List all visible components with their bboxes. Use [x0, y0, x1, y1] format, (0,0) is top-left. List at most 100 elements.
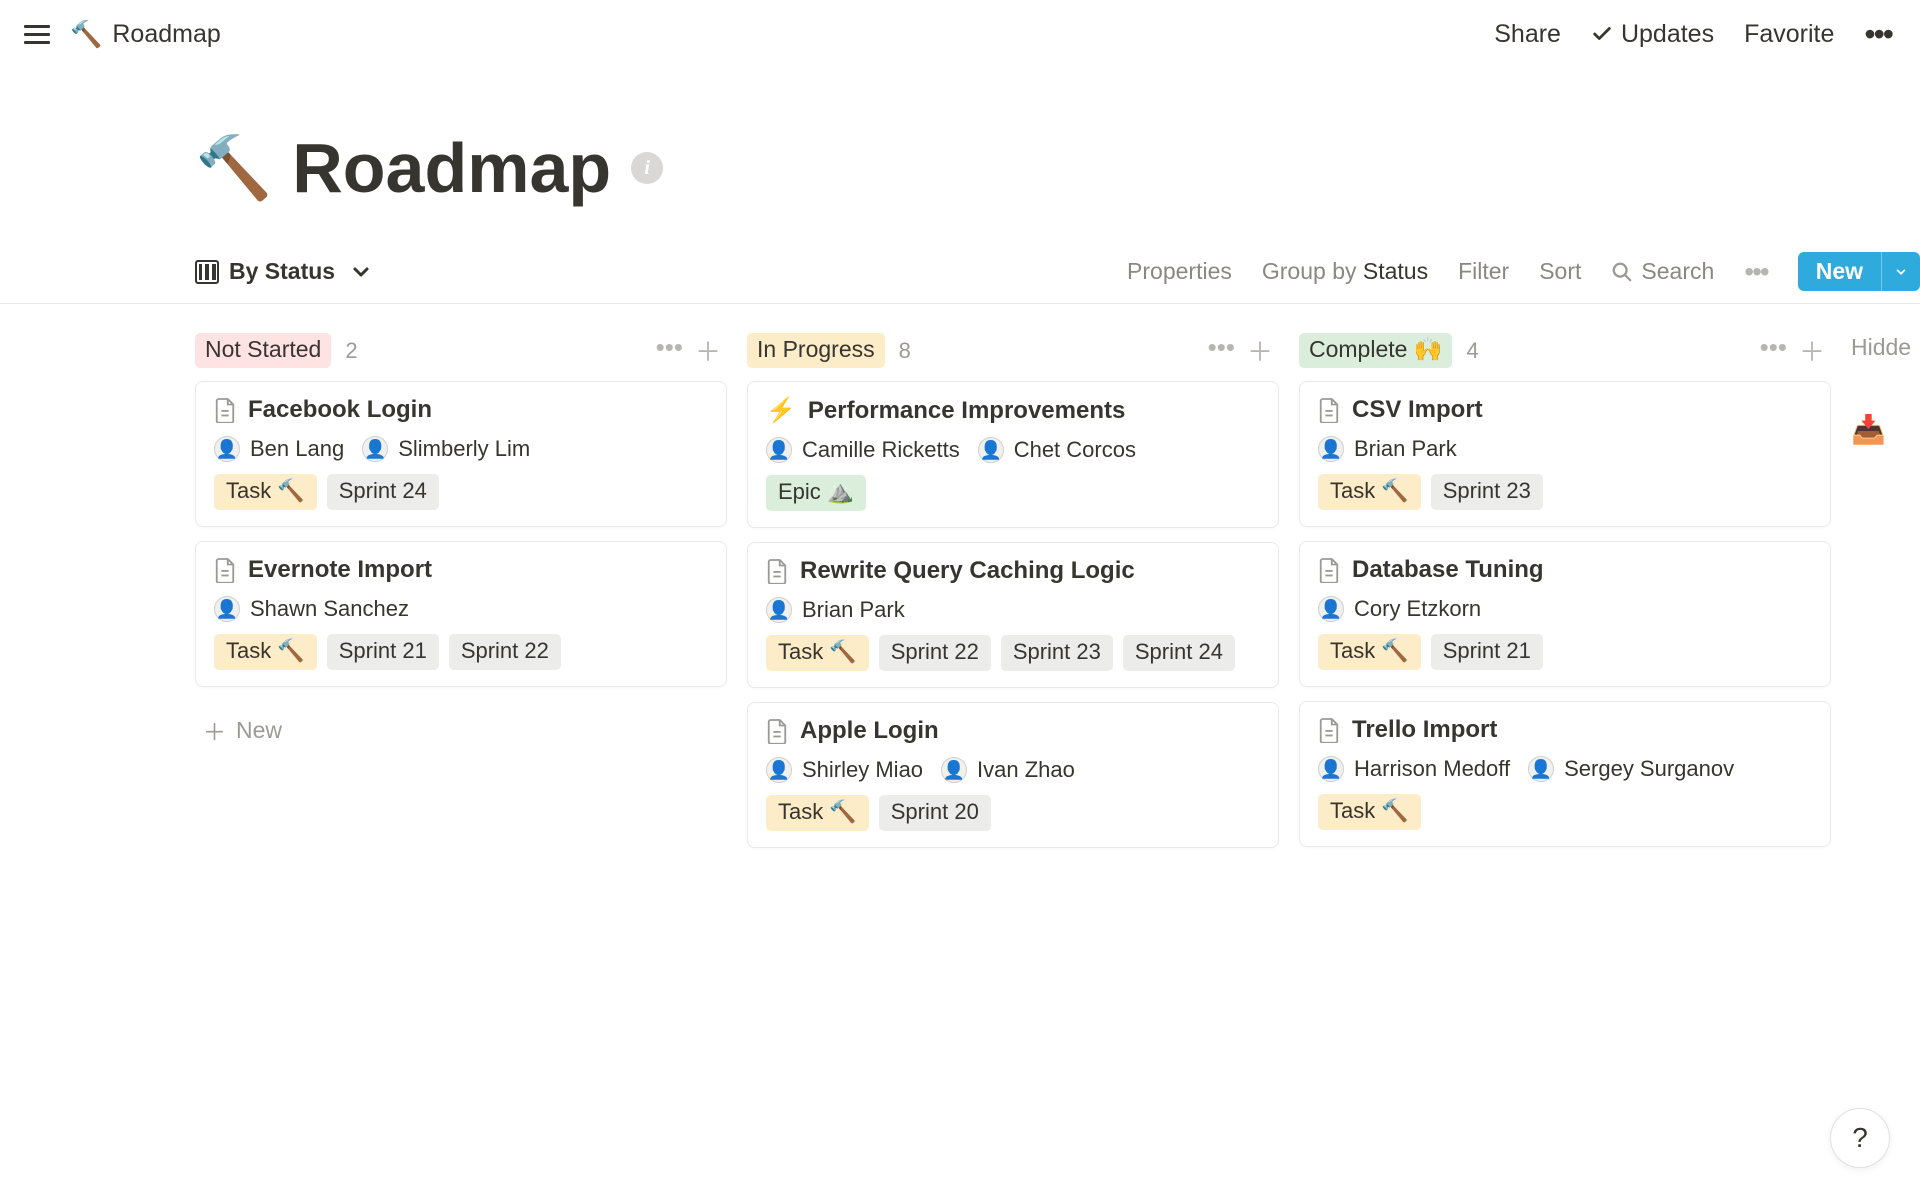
- tag-sprint: Sprint 22: [879, 635, 991, 671]
- card[interactable]: Facebook Login👤Ben Lang👤Slimberly LimTas…: [195, 381, 727, 527]
- assignee-name: Sergey Surganov: [1564, 756, 1734, 782]
- group-by-button[interactable]: Group by Status: [1262, 258, 1428, 285]
- assignee: 👤Shawn Sanchez: [214, 596, 409, 622]
- tag-sprint: Sprint 23: [1001, 635, 1113, 671]
- tag-task: Task 🔨: [214, 474, 317, 510]
- breadcrumb[interactable]: 🔨 Roadmap: [70, 19, 221, 50]
- card[interactable]: Trello Import 👤 Harrison Medoff 👤 Sergey Sur…: [1299, 701, 1831, 847]
- column-more-icon[interactable]: •••: [1760, 332, 1787, 369]
- tag-task: Task 🔨: [1318, 794, 1421, 830]
- share-button[interactable]: Share: [1494, 20, 1561, 49]
- card[interactable]: ⚡ Performance Improvements 👤 Camille Ricket…: [747, 381, 1279, 528]
- tag-sprint: Sprint 23: [1431, 474, 1543, 510]
- help-button[interactable]: ?: [1830, 1108, 1890, 1168]
- assignee-name: Ben Lang: [250, 436, 344, 462]
- toolbar-more-icon[interactable]: •••: [1744, 256, 1767, 288]
- card[interactable]: CSV Import👤Brian ParkTask 🔨Sprint 23: [1299, 381, 1831, 527]
- sort-button[interactable]: Sort: [1539, 258, 1581, 285]
- info-icon[interactable]: i: [631, 152, 663, 184]
- column-add-icon[interactable]: ＋: [695, 332, 721, 369]
- properties-button[interactable]: Properties: [1127, 258, 1232, 285]
- favorite-button[interactable]: Favorite: [1744, 20, 1834, 49]
- assignee-name: Harrison Medoff: [1354, 756, 1510, 782]
- status-pill[interactable]: Not Started: [195, 333, 331, 368]
- topbar-right: Share Updates Favorite •••: [1494, 18, 1892, 50]
- card[interactable]: Apple Login👤Shirley Miao👤Ivan ZhaoTask 🔨…: [747, 702, 1279, 848]
- filter-button[interactable]: Filter: [1458, 258, 1509, 285]
- assignee-name: Camille Ricketts: [802, 437, 960, 463]
- assignee-name: Ivan Zhao: [977, 757, 1075, 783]
- assignee-list: 👤 Brian Park: [1318, 436, 1812, 462]
- assignee-name: Shirley Miao: [802, 757, 923, 783]
- inbox-icon[interactable]: 📥: [1851, 413, 1911, 446]
- column-notstarted: Not Started2•••＋Facebook Login👤Ben Lang👤…: [195, 332, 727, 862]
- hidden-columns[interactable]: Hidde 📥: [1851, 332, 1911, 862]
- assignee: 👤 Shirley Miao: [766, 757, 923, 783]
- assignee: 👤 Brian Park: [1318, 436, 1457, 462]
- menu-icon[interactable]: [24, 25, 50, 44]
- topbar: 🔨 Roadmap Share Updates Favorite •••: [0, 0, 1920, 68]
- page-icon[interactable]: 🔨: [195, 132, 272, 205]
- card-title: Evernote Import: [248, 556, 432, 584]
- updates-button[interactable]: Updates: [1591, 20, 1714, 49]
- card-title-row: Database Tuning: [1318, 556, 1812, 584]
- card-title: Database Tuning: [1352, 556, 1544, 584]
- hidden-label: Hidde: [1851, 334, 1911, 360]
- column-add-icon[interactable]: ＋: [1247, 332, 1273, 369]
- status-pill[interactable]: Complete 🙌: [1299, 333, 1452, 368]
- new-button-dropdown[interactable]: [1881, 252, 1920, 291]
- card-title: Apple Login: [800, 717, 939, 745]
- card[interactable]: Evernote Import👤Shawn SanchezTask 🔨Sprin…: [195, 541, 727, 687]
- avatar: 👤: [978, 437, 1004, 463]
- search-button[interactable]: Search: [1611, 258, 1714, 285]
- column-complete: Complete 🙌4•••＋CSV Import👤Brian ParkTask…: [1299, 332, 1831, 862]
- assignee-list: 👤Brian Park: [766, 597, 1260, 623]
- add-card-button[interactable]: ＋New: [195, 701, 727, 759]
- avatar: 👤: [1318, 756, 1344, 782]
- tag-sprint: Sprint 24: [327, 474, 439, 510]
- page-header: 🔨 Roadmap i: [0, 68, 1920, 238]
- tag-list: Task 🔨Sprint 21: [1318, 634, 1812, 670]
- column-more-icon[interactable]: •••: [656, 332, 683, 369]
- assignee-name: Brian Park: [1354, 436, 1457, 462]
- column-add-icon[interactable]: ＋: [1799, 332, 1825, 369]
- tag-task: Task 🔨: [1318, 474, 1421, 510]
- assignee-name: Brian Park: [802, 597, 905, 623]
- tag-task: Task 🔨: [214, 634, 317, 670]
- card-title-row: Rewrite Query Caching Logic: [766, 557, 1260, 585]
- assignee-list: 👤 Shirley Miao 👤 Ivan Zhao: [766, 757, 1260, 783]
- database-toolbar: By Status Properties Group by Status Fil…: [0, 238, 1920, 304]
- page-title[interactable]: Roadmap: [292, 128, 611, 208]
- column-count: 8: [899, 338, 911, 364]
- card-title: Trello Import: [1352, 716, 1497, 744]
- document-icon: [214, 557, 236, 583]
- status-pill[interactable]: In Progress: [747, 333, 885, 368]
- tag-task: Task 🔨: [1318, 634, 1421, 670]
- group-by-value: Status: [1363, 258, 1428, 284]
- new-button[interactable]: New: [1798, 252, 1920, 291]
- tag-task: Task 🔨: [766, 635, 869, 671]
- kanban-board: Not Started2•••＋Facebook Login👤Ben Lang👤…: [0, 304, 1920, 862]
- tag-list: Task 🔨Sprint 20: [766, 795, 1260, 831]
- card-title-row: Trello Import: [1318, 716, 1812, 744]
- document-icon: [1318, 717, 1340, 743]
- card[interactable]: Database Tuning👤Cory EtzkornTask 🔨Sprint…: [1299, 541, 1831, 687]
- add-card-label: New: [236, 717, 282, 744]
- card-emoji-icon: ⚡: [766, 396, 796, 425]
- avatar: 👤: [1318, 436, 1344, 462]
- assignee-name: Chet Corcos: [1014, 437, 1136, 463]
- chevron-down-icon: [1894, 265, 1908, 279]
- card-title: Performance Improvements: [808, 397, 1125, 425]
- avatar: 👤: [1528, 756, 1554, 782]
- assignee: 👤 Chet Corcos: [978, 437, 1136, 463]
- more-icon[interactable]: •••: [1864, 18, 1892, 50]
- assignee: 👤Ben Lang: [214, 436, 344, 462]
- column-more-icon[interactable]: •••: [1208, 332, 1235, 369]
- view-selector[interactable]: By Status: [195, 258, 373, 285]
- card[interactable]: Rewrite Query Caching Logic 👤Brian Park Ta…: [747, 542, 1279, 688]
- card-title: Rewrite Query Caching Logic: [800, 557, 1135, 585]
- tag-list: Task 🔨 Sprint 24: [214, 474, 708, 510]
- avatar: 👤: [766, 757, 792, 783]
- avatar: 👤: [941, 757, 967, 783]
- document-icon: [1318, 397, 1340, 423]
